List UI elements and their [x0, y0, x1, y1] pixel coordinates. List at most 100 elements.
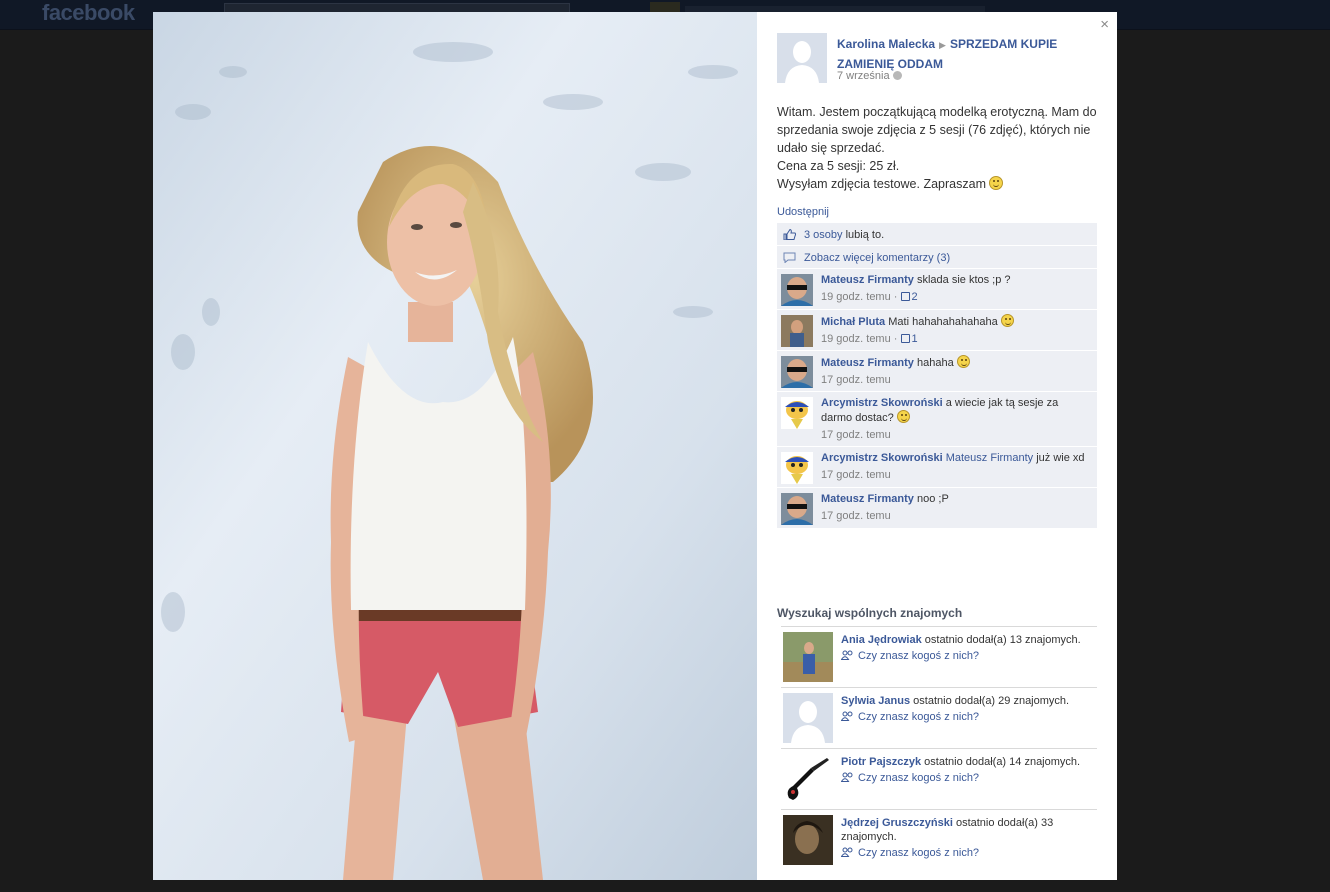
share-link[interactable]: Udostępnij — [777, 206, 829, 218]
commenter-avatar[interactable] — [781, 452, 813, 484]
know-anyone-link[interactable]: Czy znasz kogoś z nich? — [841, 846, 1097, 860]
post-line-1: Witam. Jestem początkującą modelką eroty… — [777, 105, 1097, 155]
post-line-3-text: Wysyłam zdjęcia testowe. Zapraszam — [777, 177, 986, 191]
comment-text: już wie xd — [1036, 452, 1085, 464]
friend-name[interactable]: Sylwia Janus — [841, 695, 910, 707]
comment-meta: 17 godz. temu — [821, 468, 1089, 482]
comment-item: Mateusz Firmanty noo ;P 17 godz. temu — [777, 488, 1097, 529]
mutual-friend-item: Piotr Pajszczyk ostatnio dodał(a) 14 zna… — [781, 749, 1097, 810]
likes-count-link[interactable]: 3 osoby — [804, 229, 843, 241]
comment-like-count: 2 — [911, 291, 918, 303]
post-panel: × Karolina Malecka ▶ SPRZEDAM KUPIE ZAMIEN… — [757, 12, 1117, 880]
mutual-friend-item: Jędrzej Gruszczyński ostatnio dodał(a) 3… — [781, 810, 1097, 871]
comment-time[interactable]: 19 godz. temu — [821, 291, 891, 303]
laugh-emoticon-icon — [956, 355, 970, 368]
mutual-friend-item: Ania Jędrowiak ostatnio dodał(a) 13 znaj… — [781, 627, 1097, 688]
comment-meta: 17 godz. temu — [821, 373, 1089, 387]
comment-item: Mateusz Firmanty sklada sie ktos ;p ? 19… — [777, 269, 1097, 310]
comment-text: noo ;P — [916, 493, 949, 505]
mutual-friend-item: Sylwia Janus ostatnio dodał(a) 29 znajom… — [781, 688, 1097, 749]
comment-likes[interactable]: 2 — [900, 291, 918, 303]
close-icon[interactable]: × — [1100, 16, 1109, 33]
know-anyone-text: Czy znasz kogoś z nich? — [858, 711, 980, 723]
photo-viewer: × Karolina Malecka ▶ SPRZEDAM KUPIE ZAMIEN… — [153, 12, 1117, 880]
friend-avatar[interactable] — [783, 754, 833, 804]
comment-meta: 17 godz. temu — [821, 428, 1089, 442]
commenter-avatar[interactable] — [781, 493, 813, 525]
people-icon — [841, 772, 853, 782]
arrow-right-icon: ▶ — [939, 40, 946, 50]
comment-time[interactable]: 17 godz. temu — [821, 469, 891, 481]
friend-info: ostatnio dodał(a) 14 znajomych. — [924, 756, 1081, 768]
people-icon — [841, 847, 853, 857]
comment-item: Mateusz Firmanty hahaha 17 godz. temu — [777, 351, 1097, 392]
author-avatar[interactable] — [777, 33, 827, 83]
comment-time[interactable]: 17 godz. temu — [821, 429, 891, 441]
comment-time[interactable]: 17 godz. temu — [821, 374, 891, 386]
know-anyone-text: Czy znasz kogoś z nich? — [858, 650, 980, 662]
post-date-link[interactable]: 7 września — [837, 70, 890, 82]
commenter-name[interactable]: Mateusz Firmanty — [821, 357, 914, 369]
mutual-friends-list: Ania Jędrowiak ostatnio dodał(a) 13 znaj… — [781, 626, 1097, 871]
likes-row: 3 osoby lubią to. — [777, 223, 1097, 246]
facebook-logo[interactable]: facebook — [42, 0, 135, 26]
laugh-emoticon-icon — [896, 410, 910, 423]
post-line-2: Cena za 5 sesji: 25 zł. — [777, 159, 900, 173]
more-comments-link[interactable]: Zobacz więcej komentarzy (3) — [804, 252, 950, 264]
post-line-3: Wysyłam zdjęcia testowe. Zapraszam — [777, 175, 1107, 193]
commenter-name[interactable]: Mateusz Firmanty — [821, 493, 914, 505]
comment-time[interactable]: 19 godz. temu — [821, 333, 891, 345]
commenter-avatar[interactable] — [781, 274, 813, 306]
more-comments-row[interactable]: Zobacz więcej komentarzy (3) — [777, 246, 1097, 269]
comment-item: Arcymistrz Skowroński Mateusz Firmanty j… — [777, 447, 1097, 488]
likes-suffix: lubią to. — [845, 229, 885, 241]
commenter-name[interactable]: Michał Pluta — [821, 316, 885, 328]
like-thumb-icon — [900, 292, 910, 301]
comment-text: sklada sie ktos ;p ? — [916, 274, 1011, 286]
smile-emoticon-icon — [989, 176, 1004, 190]
commenter-avatar[interactable] — [781, 315, 813, 347]
globe-icon — [892, 71, 902, 80]
like-thumb-icon — [783, 229, 796, 240]
comment-meta: 19 godz. temu · 1 — [821, 333, 918, 345]
friend-name[interactable]: Piotr Pajszczyk — [841, 756, 921, 768]
comment-item: Michał Pluta Mati hahahahahahaha 19 godz… — [777, 310, 1097, 351]
comment-meta: 17 godz. temu — [821, 509, 1089, 523]
comment-meta: 19 godz. temu · 2 — [821, 291, 918, 303]
comment-item: Arcymistrz Skowroński a wiecie jak tą se… — [777, 392, 1097, 447]
comment-likes[interactable]: 1 — [900, 333, 918, 345]
know-anyone-link[interactable]: Czy znasz kogoś z nich? — [841, 649, 1097, 663]
author-name-link[interactable]: Karolina Malecka — [837, 37, 935, 51]
friend-name[interactable]: Ania Jędrowiak — [841, 634, 922, 646]
people-icon — [841, 711, 853, 721]
friend-name[interactable]: Jędrzej Gruszczyński — [841, 817, 953, 829]
post-message: Witam. Jestem początkującą modelką eroty… — [777, 103, 1107, 193]
feedback-box: 3 osoby lubią to. Zobacz więcej komentar… — [777, 223, 1097, 529]
friend-avatar[interactable] — [783, 632, 833, 682]
mention-link[interactable]: Mateusz Firmanty — [946, 452, 1033, 464]
know-anyone-text: Czy znasz kogoś z nich? — [858, 847, 980, 859]
friend-avatar[interactable] — [783, 693, 833, 743]
post-header: Karolina Malecka ▶ SPRZEDAM KUPIE ZAMIENIĘ… — [837, 35, 1087, 74]
mutual-friends-title: Wyszukaj wspólnych znajomych — [777, 606, 963, 620]
commenter-name[interactable]: Mateusz Firmanty — [821, 274, 914, 286]
commenter-avatar[interactable] — [781, 356, 813, 388]
comment-time[interactable]: 17 godz. temu — [821, 510, 891, 522]
comment-like-count: 1 — [911, 333, 918, 345]
friend-avatar[interactable] — [783, 815, 833, 865]
commenter-name[interactable]: Arcymistrz Skowroński — [821, 397, 943, 409]
comment-text: Mati hahahahahahaha — [888, 316, 998, 328]
commenter-avatar[interactable] — [781, 397, 813, 429]
like-thumb-icon — [900, 334, 910, 343]
friend-info: ostatnio dodał(a) 29 znajomych. — [913, 695, 1070, 707]
know-anyone-text: Czy znasz kogoś z nich? — [858, 772, 980, 784]
photo-image[interactable] — [153, 12, 757, 880]
commenter-name[interactable]: Arcymistrz Skowroński — [821, 452, 943, 464]
comment-text: hahaha — [916, 357, 954, 369]
know-anyone-link[interactable]: Czy znasz kogoś z nich? — [841, 710, 1097, 724]
people-icon — [841, 650, 853, 660]
comment-bubble-icon — [783, 252, 796, 263]
post-date: 7 września — [837, 70, 902, 82]
friend-info: ostatnio dodał(a) 13 znajomych. — [924, 634, 1081, 646]
know-anyone-link[interactable]: Czy znasz kogoś z nich? — [841, 771, 1097, 785]
